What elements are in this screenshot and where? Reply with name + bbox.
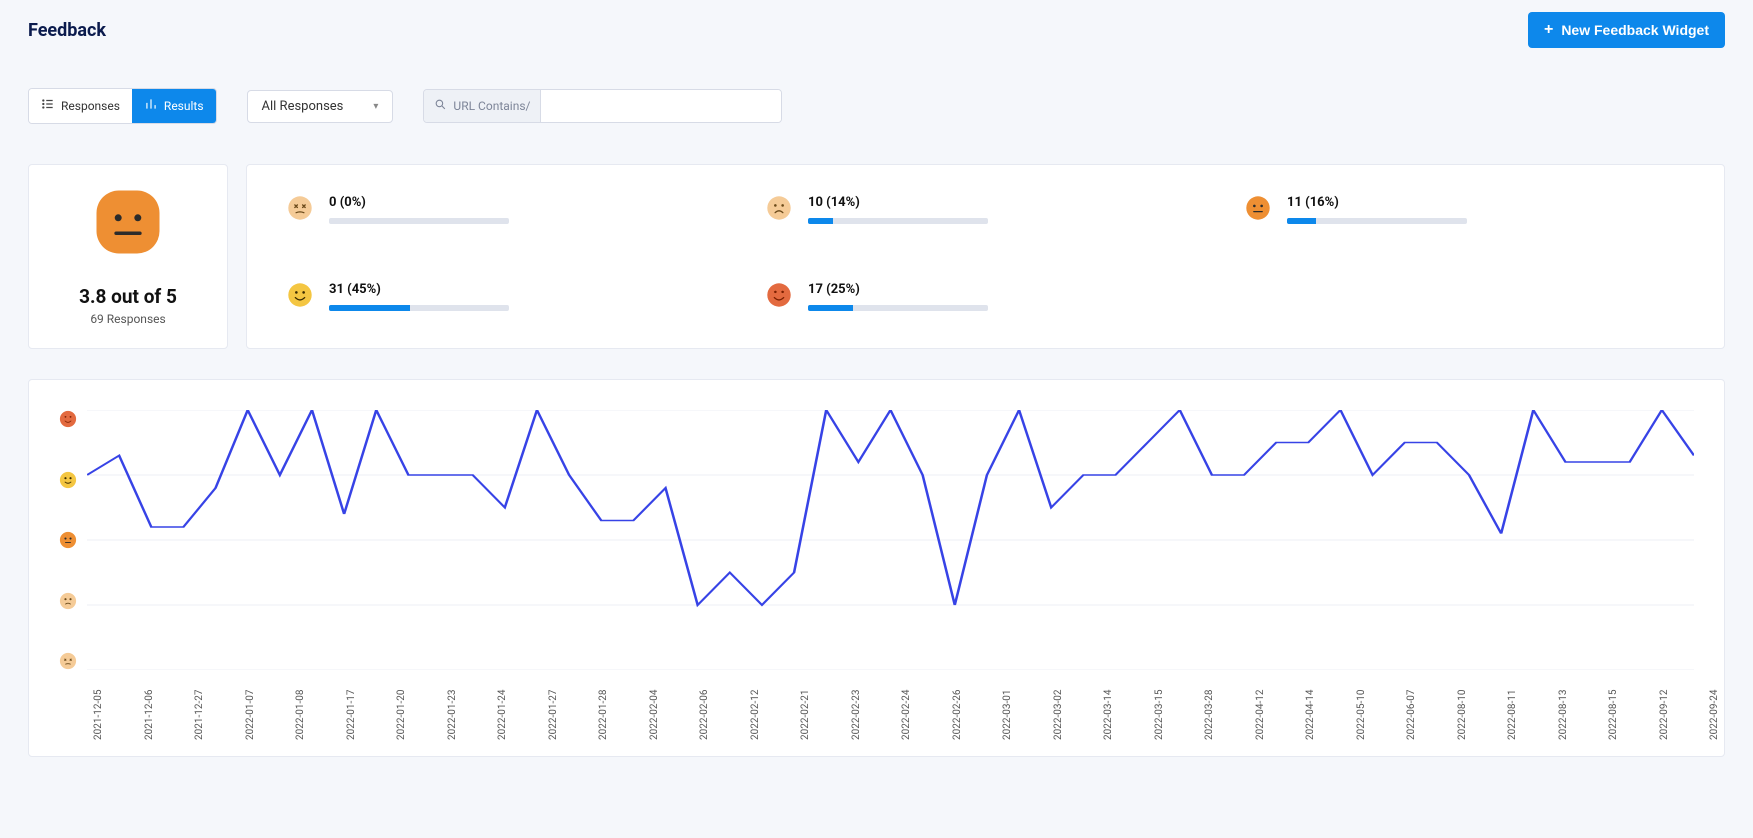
list-icon bbox=[41, 97, 55, 115]
url-search-prefix: URL Contains/ bbox=[424, 90, 541, 122]
dist-label-2: 10 (14%) bbox=[808, 195, 1205, 210]
tab-results[interactable]: Results bbox=[132, 89, 216, 123]
dist-label-5: 17 (25%) bbox=[808, 282, 1205, 297]
dist-item-3: 11 (16%) bbox=[1245, 195, 1684, 242]
dist-fill-5 bbox=[808, 305, 853, 311]
y-face-5-icon bbox=[59, 410, 77, 428]
dist-label-4: 31 (45%) bbox=[329, 282, 726, 297]
y-face-1-icon bbox=[59, 652, 77, 670]
view-toggle: Responses Results bbox=[28, 88, 217, 124]
face-5-icon bbox=[766, 282, 792, 308]
dist-bar-1 bbox=[329, 218, 509, 224]
y-face-4-icon bbox=[59, 471, 77, 489]
face-1-icon bbox=[287, 195, 313, 221]
score-rating: 3.8 out of 5 bbox=[79, 285, 177, 308]
y-face-3-icon bbox=[59, 531, 77, 549]
dist-item-1: 0 (0%) bbox=[287, 195, 726, 242]
chart-icon bbox=[144, 97, 158, 115]
y-face-2-icon bbox=[59, 592, 77, 610]
url-search: URL Contains/ bbox=[423, 89, 782, 123]
timeline-chart: 2021-12-052021-12-062021-12-272022-01-07… bbox=[28, 379, 1725, 757]
dist-item-4: 31 (45%) bbox=[287, 282, 726, 329]
tab-results-label: Results bbox=[164, 99, 204, 113]
dist-item-2: 10 (14%) bbox=[766, 195, 1205, 242]
tab-responses[interactable]: Responses bbox=[29, 89, 132, 123]
tab-responses-label: Responses bbox=[61, 99, 120, 113]
url-search-prefix-label: URL Contains/ bbox=[453, 99, 530, 113]
chart-y-axis bbox=[59, 410, 77, 670]
url-search-input[interactable] bbox=[541, 90, 781, 122]
x-tick: 2022-09-24 bbox=[1709, 690, 1753, 741]
dist-bar-4 bbox=[329, 305, 509, 311]
chart-x-axis: 2021-12-052021-12-062021-12-272022-01-07… bbox=[59, 676, 1694, 746]
dist-label-1: 0 (0%) bbox=[329, 195, 726, 210]
responses-filter-dropdown[interactable]: All Responses ▾ bbox=[247, 90, 394, 123]
chevron-down-icon: ▾ bbox=[373, 101, 378, 112]
dist-bar-3 bbox=[1287, 218, 1467, 224]
dist-item-5: 17 (25%) bbox=[766, 282, 1205, 329]
dist-bar-2 bbox=[808, 218, 988, 224]
score-responses: 69 Responses bbox=[90, 312, 165, 326]
dist-label-3: 11 (16%) bbox=[1287, 195, 1684, 210]
responses-filter-label: All Responses bbox=[262, 99, 344, 114]
score-face-neutral-icon bbox=[93, 187, 163, 257]
new-feedback-widget-button[interactable]: + New Feedback Widget bbox=[1528, 12, 1725, 48]
timeline-plot bbox=[87, 410, 1694, 670]
dist-fill-2 bbox=[808, 218, 833, 224]
distribution-card: 0 (0%) 10 (14%) 11 (16%) bbox=[246, 164, 1725, 349]
page-title: Feedback bbox=[28, 20, 106, 41]
face-4-icon bbox=[287, 282, 313, 308]
score-card: 3.8 out of 5 69 Responses bbox=[28, 164, 228, 349]
dist-fill-4 bbox=[329, 305, 410, 311]
plus-icon: + bbox=[1544, 22, 1553, 38]
face-3-icon bbox=[1245, 195, 1271, 221]
face-2-icon bbox=[766, 195, 792, 221]
dist-bar-5 bbox=[808, 305, 988, 311]
dist-fill-3 bbox=[1287, 218, 1316, 224]
search-icon bbox=[434, 98, 447, 114]
new-feedback-widget-label: New Feedback Widget bbox=[1561, 22, 1709, 38]
